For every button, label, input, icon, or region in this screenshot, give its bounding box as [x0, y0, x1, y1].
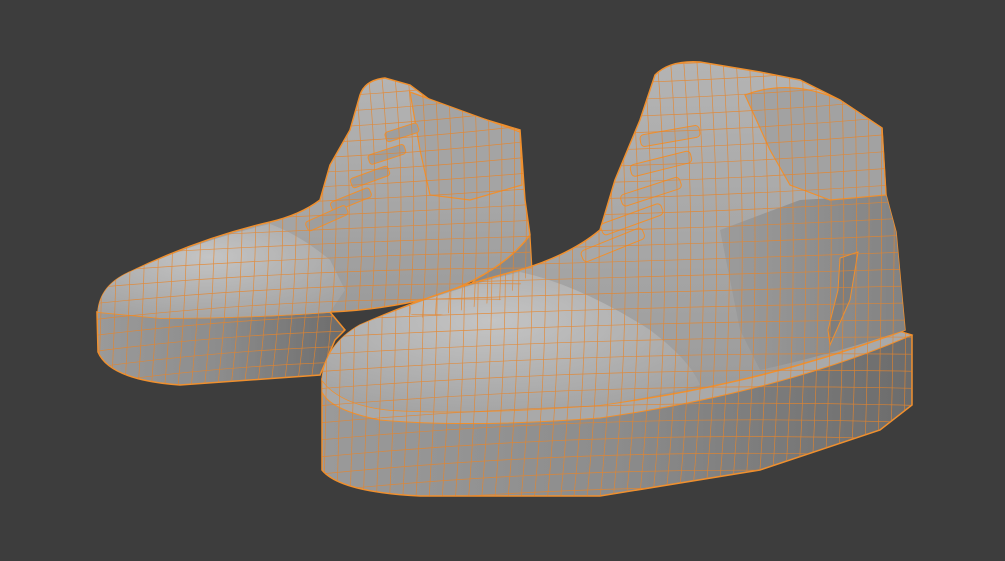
wire-edge [97, 91, 532, 116]
wire-edge [322, 61, 912, 69]
wire-edge [322, 62, 912, 86]
viewport-canvas[interactable] [0, 0, 1005, 561]
wire-edge [97, 78, 532, 84]
wire-edge [85, 70, 90, 390]
3d-viewport[interactable] [0, 0, 1005, 561]
wire-edge [902, 61, 908, 496]
wire-edge [916, 55, 920, 500]
wire-edge [97, 78, 532, 100]
